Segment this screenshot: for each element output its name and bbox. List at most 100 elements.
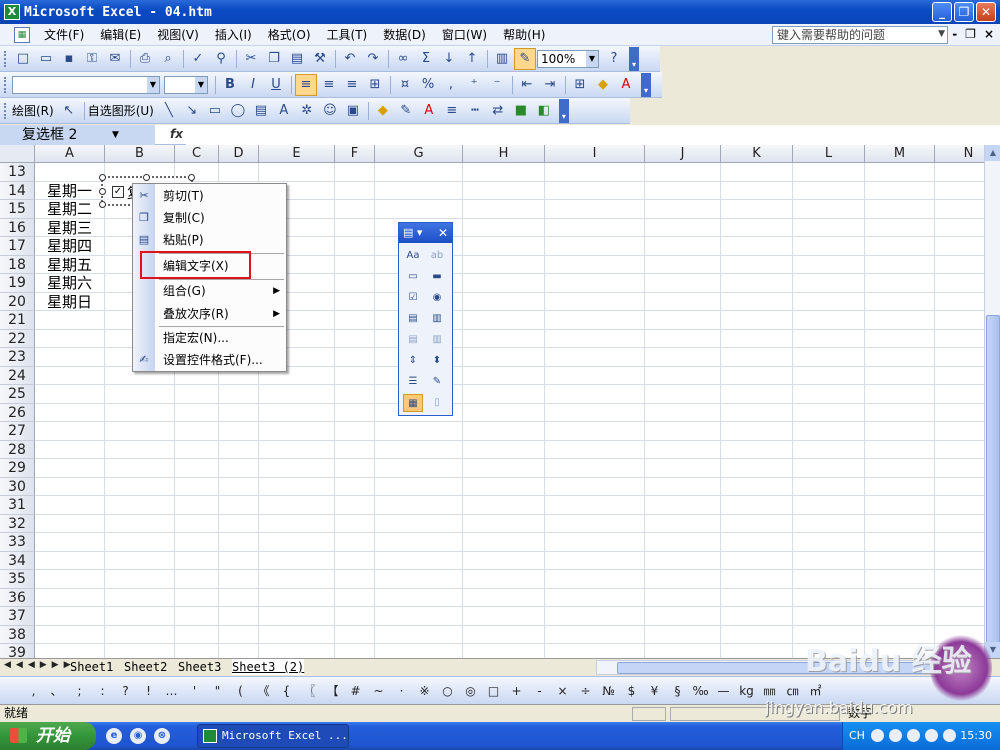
symbol-button[interactable]: 〖 (298, 682, 321, 699)
menu-group[interactable]: 组合(G) ▶ (155, 280, 286, 302)
percent-icon[interactable]: % (417, 74, 439, 96)
minimize-button[interactable]: _ (932, 2, 952, 22)
media-player-icon[interactable]: ◉ (130, 728, 146, 744)
column-header-k[interactable]: K (721, 145, 793, 163)
diagram-icon[interactable]: ✲ (296, 100, 318, 122)
toggle-grid-icon[interactable]: ▦ (403, 394, 423, 412)
symbol-button[interactable]: ¥ (643, 684, 666, 698)
font-color-icon[interactable]: A (418, 100, 440, 122)
wordart-icon[interactable]: A (273, 100, 295, 122)
menu-copy[interactable]: 复制(C) (155, 207, 286, 229)
line-color-icon[interactable]: ✎ (395, 100, 417, 122)
textbox-icon[interactable]: ▤ (250, 100, 272, 122)
checkbox-control-icon[interactable]: ☑ (403, 289, 423, 307)
autoshapes-menu-button[interactable]: 自选图形(U) (88, 102, 154, 119)
borders-icon[interactable]: ⊞ (569, 74, 591, 96)
row-header[interactable]: 29 (0, 459, 35, 478)
row-header[interactable]: 38 (0, 625, 35, 644)
cut-icon[interactable]: ✂ (240, 48, 262, 70)
tab-sheet3[interactable]: Sheet3 (178, 659, 221, 675)
row-header[interactable]: 19 (0, 274, 35, 293)
restore-button[interactable]: ❐ (954, 2, 974, 22)
help-search-input[interactable]: 键入需要帮助的问题 ▼ (772, 26, 948, 44)
shadow-icon[interactable]: ■ (510, 100, 532, 122)
tray-volume-icon[interactable] (889, 729, 902, 742)
resize-handle[interactable] (188, 174, 195, 181)
help-icon[interactable]: ? (603, 48, 625, 70)
vertical-scroll-thumb[interactable] (986, 315, 1000, 655)
row-header[interactable]: 26 (0, 403, 35, 422)
fill-color-icon[interactable]: ◆ (372, 100, 394, 122)
comma-style-icon[interactable]: , (440, 74, 462, 96)
close-button[interactable]: ✕ (976, 2, 996, 22)
align-left-icon[interactable]: ≡ (295, 73, 317, 96)
menu-file[interactable]: 文件(F) (36, 26, 92, 43)
column-header-c[interactable]: C (175, 145, 219, 163)
symbol-button[interactable]: × (551, 684, 574, 698)
button-control-icon[interactable]: ▬ (427, 268, 447, 286)
symbol-button[interactable]: ◎ (459, 684, 482, 698)
column-header-i[interactable]: I (545, 145, 645, 163)
menu-format[interactable]: 格式(O) (260, 26, 319, 43)
increase-decimal-icon[interactable]: ⁺ (463, 74, 485, 96)
symbol-button[interactable]: — (712, 684, 735, 698)
print-icon[interactable]: ⎙ (134, 48, 156, 70)
chevron-down-icon[interactable]: ▼ (586, 50, 598, 67)
arrow-icon[interactable]: ↘ (181, 100, 203, 122)
symbol-button[interactable]: □ (482, 684, 505, 698)
column-header-h[interactable]: H (463, 145, 545, 163)
select-all-corner[interactable] (0, 145, 35, 163)
cell-a19[interactable]: 星期六 (35, 274, 92, 292)
chevron-down-icon[interactable]: ▼ (938, 27, 945, 41)
run-dialog-icon[interactable]: ▯ (427, 394, 447, 412)
list-box-icon[interactable]: ▤ (403, 310, 423, 328)
excel-app-icon[interactable]: X (4, 4, 20, 20)
symbol-button[interactable]: ‰ (689, 684, 712, 698)
checkbox-check-icon[interactable]: ✓ (112, 186, 124, 198)
vertical-scrollbar[interactable]: ▲ ▼ (984, 145, 1000, 658)
symbol-button[interactable]: ÷ (574, 684, 597, 698)
zoom-select[interactable]: 100% ▼ (537, 49, 599, 68)
symbol-button[interactable]: ○ (436, 684, 459, 698)
symbol-button[interactable]: ; (68, 684, 91, 698)
symbol-button[interactable]: - (528, 684, 551, 698)
symbol-button[interactable]: № (597, 684, 620, 698)
line-icon[interactable]: ╲ (158, 100, 180, 122)
cell-a18[interactable]: 星期五 (35, 256, 92, 274)
close-icon[interactable]: ✕ (438, 223, 448, 243)
combo-box-icon[interactable]: ▥ (427, 310, 447, 328)
tray-network-icon[interactable] (925, 729, 938, 742)
row-header[interactable]: 18 (0, 255, 35, 274)
tray-shield-icon[interactable] (907, 729, 920, 742)
row-header[interactable]: 20 (0, 292, 35, 311)
redo-icon[interactable]: ↷ (362, 48, 384, 70)
cell-a15[interactable]: 星期二 (35, 200, 92, 218)
spelling-icon[interactable]: ✓ (187, 48, 209, 70)
tab-sheet2[interactable]: Sheet2 (124, 659, 167, 675)
row-header[interactable]: 31 (0, 496, 35, 515)
symbol-button[interactable]: { (275, 684, 298, 698)
symbol-button[interactable]: ' (183, 684, 206, 698)
menu-cut[interactable]: 剪切(T) (155, 185, 286, 207)
menu-format-control[interactable]: 设置控件格式(F)... (155, 349, 286, 371)
column-header-n[interactable]: N (935, 145, 984, 163)
column-header-d[interactable]: D (219, 145, 259, 163)
dash-style-icon[interactable]: ┅ (464, 100, 486, 122)
row-header[interactable]: 27 (0, 422, 35, 441)
symbol-button[interactable]: § (666, 684, 689, 698)
toolbar-options-icon[interactable]: ▾ (641, 72, 651, 97)
row-header[interactable]: 35 (0, 570, 35, 589)
align-center-icon[interactable]: ≡ (318, 74, 340, 96)
quicklaunch-icon[interactable]: ⊗ (154, 728, 170, 744)
symbol-button[interactable]: " (206, 684, 229, 698)
chevron-down-icon[interactable]: ▼ (195, 76, 207, 93)
row-header[interactable]: 39 (0, 644, 35, 658)
edit-box-icon[interactable]: ab (427, 247, 447, 265)
group-box-icon[interactable]: ▭ (403, 268, 423, 286)
symbol-button[interactable]: : (91, 684, 114, 698)
font-color-icon[interactable]: A (615, 74, 637, 96)
row-header[interactable]: 34 (0, 551, 35, 570)
row-header[interactable]: 24 (0, 366, 35, 385)
combo-list-edit-icon[interactable]: ▤ (403, 331, 423, 349)
cell-a16[interactable]: 星期三 (35, 219, 92, 237)
